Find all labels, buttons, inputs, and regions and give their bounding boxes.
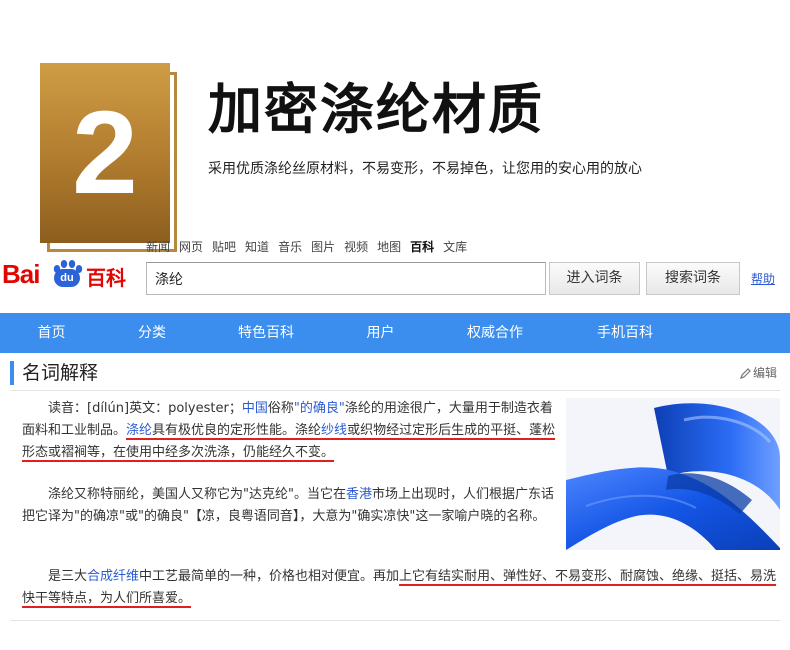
- top-link-video[interactable]: 视频: [344, 238, 368, 255]
- blue-ribbon-illustration: [566, 398, 780, 550]
- help-link[interactable]: 帮助: [751, 270, 775, 287]
- nav-home[interactable]: 首页: [0, 313, 103, 353]
- p2-text-1: 涤纶又称特丽纶，美国人又称它为"达克纶"。当它在: [48, 487, 346, 502]
- p1-text-2: 俗称: [267, 401, 294, 416]
- ribbon-image[interactable]: [566, 398, 780, 550]
- top-link-images[interactable]: 图片: [311, 238, 335, 255]
- top-link-wenku[interactable]: 文库: [443, 238, 467, 255]
- hero-title: 加密涤纶材质: [208, 78, 544, 141]
- section-accent-bar: [10, 361, 14, 385]
- logo-du-text: du: [54, 269, 80, 287]
- edit-label: 编辑: [753, 366, 778, 380]
- top-link-map[interactable]: 地图: [377, 238, 401, 255]
- nav-partners[interactable]: 权威合作: [430, 313, 560, 353]
- search-entry-button[interactable]: 搜索词条: [646, 262, 740, 295]
- p3-text-2: 中工艺最简单的一种，价格也相对便宜。再加: [139, 569, 400, 584]
- link-hongkong[interactable]: 香港: [346, 487, 372, 502]
- section-divider: [10, 390, 780, 391]
- main-nav: 首页 分类 特色百科 用户 权威合作 手机百科: [0, 313, 790, 353]
- link-polyester[interactable]: 涤纶: [126, 423, 152, 438]
- top-link-music[interactable]: 音乐: [278, 238, 302, 255]
- link-yarn[interactable]: 纱线: [321, 423, 347, 438]
- pencil-icon: [740, 368, 751, 379]
- link-synthetic-fiber[interactable]: 合成纤维: [87, 569, 139, 584]
- paragraph-names: 涤纶又称特丽纶，美国人又称它为"达克纶"。当它在香港市场上出现时，人们根据广东话…: [22, 484, 562, 528]
- link-china[interactable]: 中国: [242, 401, 268, 416]
- section-title: 名词解释: [22, 362, 99, 384]
- top-link-news[interactable]: 新闻: [146, 238, 170, 255]
- nav-category[interactable]: 分类: [103, 313, 201, 353]
- p3-text-1: 是三大: [48, 569, 88, 584]
- search-input[interactable]: [146, 262, 546, 295]
- link-dacron[interactable]: "的确良": [294, 401, 345, 416]
- paragraph-features: 是三大合成纤维中工艺最简单的一种，价格也相对便宜。再加上它有结实耐用、弹性好、不…: [22, 566, 784, 610]
- top-link-web[interactable]: 网页: [179, 238, 203, 255]
- edit-button[interactable]: 编辑: [740, 364, 777, 381]
- content-bottom-divider: [10, 620, 780, 621]
- top-link-bar: 新闻 网页 贴吧 知道 音乐 图片 视频 地图 百科 文库: [146, 238, 467, 255]
- number-badge: 2: [40, 63, 170, 243]
- logo-baike-text: 百科: [86, 266, 126, 290]
- nav-featured[interactable]: 特色百科: [201, 313, 331, 353]
- nav-user[interactable]: 用户: [331, 313, 430, 353]
- badge-number: 2: [72, 87, 138, 219]
- p1-text-1: 读音：[dílún]英文：polyester；: [48, 401, 242, 416]
- top-link-tieba[interactable]: 贴吧: [212, 238, 236, 255]
- top-link-baike[interactable]: 百科: [410, 238, 434, 255]
- logo-bai-text: Bai: [2, 259, 40, 289]
- hero-subtitle: 采用优质涤纶丝原材料，不易变形，不易掉色，让您用的安心用的放心: [208, 161, 642, 177]
- enter-entry-button[interactable]: 进入词条: [549, 262, 640, 295]
- paragraph-definition: 读音：[dílún]英文：polyester；中国俗称"的确良"涤纶的用途很广，…: [22, 398, 562, 464]
- p1-text-4: 具有极优良的定形性能。涤纶: [152, 423, 322, 438]
- baidu-baike-logo[interactable]: Bai du 百科: [2, 256, 142, 296]
- nav-mobile[interactable]: 手机百科: [560, 313, 690, 353]
- top-link-zhidao[interactable]: 知道: [245, 238, 269, 255]
